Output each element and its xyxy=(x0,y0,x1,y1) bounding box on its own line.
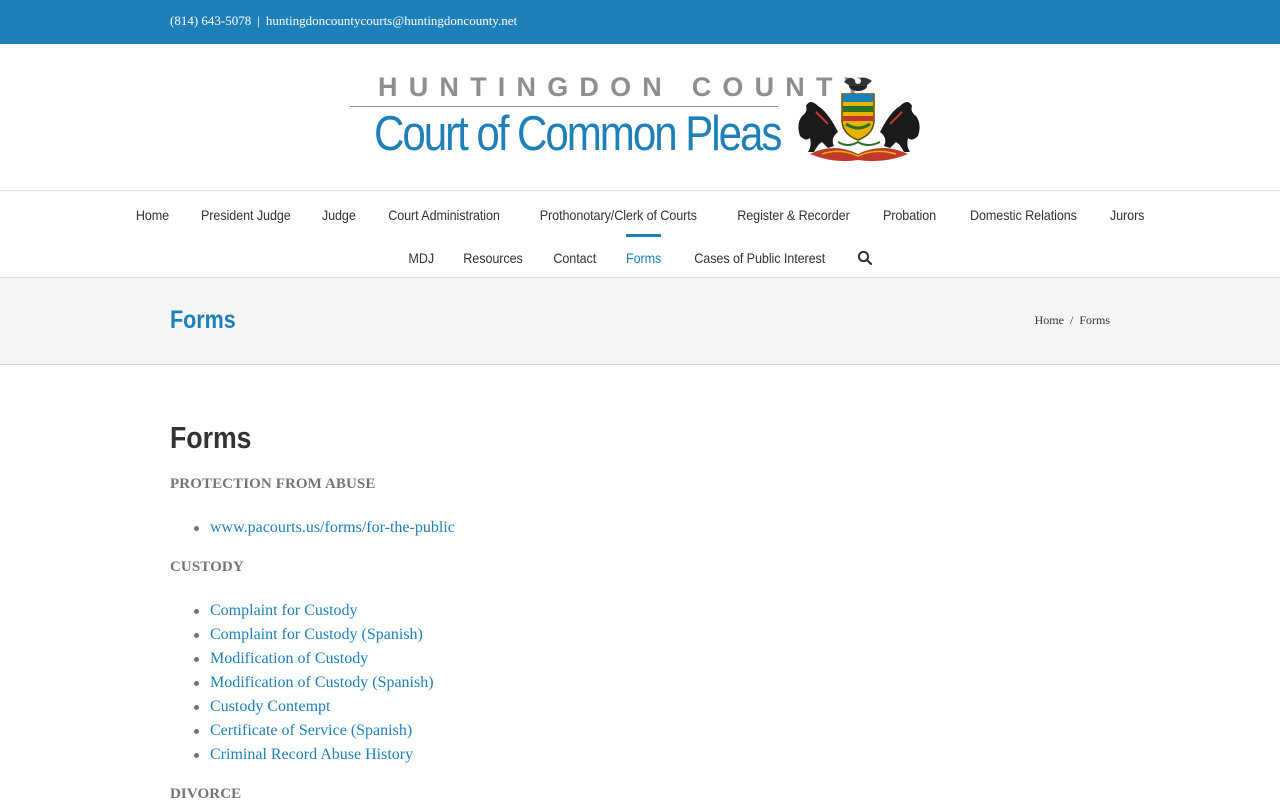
list-item[interactable]: Complaint for Custody (Spanish) xyxy=(194,623,434,647)
custody-list: Complaint for Custody Complaint for Cust… xyxy=(194,599,434,767)
list-item[interactable]: Criminal Record Abuse History xyxy=(194,743,434,767)
section-title-protection-from-abuse: PROTECTION FROM ABUSE xyxy=(170,476,376,492)
nav-row-primary: Home President Judge Judge Court Adminis… xyxy=(0,207,1280,223)
nav-domestic-relations[interactable]: Domestic Relations xyxy=(970,207,1077,223)
nav-home[interactable]: Home xyxy=(136,207,169,223)
nav-register-recorder[interactable]: Register & Recorder xyxy=(737,207,850,223)
nav-resources[interactable]: Resources xyxy=(464,250,524,266)
nav-probation[interactable]: Probation xyxy=(883,207,936,223)
nav-mdj[interactable]: MDJ xyxy=(409,250,435,266)
list-item[interactable]: Modification of Custody (Spanish) xyxy=(194,671,434,695)
nav-judge[interactable]: Judge xyxy=(322,207,356,223)
breadcrumb: Home / Forms xyxy=(1035,313,1110,328)
nav-court-administration[interactable]: Court Administration xyxy=(389,207,501,223)
top-bar: (814) 643-5078 | huntingdoncountycourts@hu… xyxy=(0,0,1280,44)
section-title-divorce: DIVORCE xyxy=(170,786,242,800)
nav-president-judge[interactable]: President Judge xyxy=(201,207,291,223)
list-item[interactable]: Complaint for Custody xyxy=(194,599,434,623)
page-title-bar: Forms Home / Forms xyxy=(0,278,1280,365)
search-icon[interactable] xyxy=(857,250,873,266)
contact-separator: | xyxy=(257,13,260,28)
nav-jurors[interactable]: Jurors xyxy=(1110,207,1145,223)
site-header: HUNTINGDON COUNTY Court of Common Pleas xyxy=(0,44,1280,191)
list-item[interactable]: www.pacourts.us/forms/for-the-public xyxy=(194,516,455,540)
breadcrumb-home[interactable]: Home xyxy=(1035,313,1064,327)
breadcrumb-separator: / xyxy=(1069,313,1074,327)
page-title: Forms xyxy=(170,306,236,334)
list-item[interactable]: Custody Contempt xyxy=(194,695,434,719)
phone-number[interactable]: (814) 643-5078 xyxy=(170,13,251,28)
email-link[interactable]: huntingdoncountycourts@huntingdoncounty.… xyxy=(266,13,517,28)
contact-info: (814) 643-5078 | huntingdoncountycourts@hu… xyxy=(170,13,517,29)
nav-cases-of-public-interest[interactable]: Cases of Public Interest xyxy=(695,250,826,266)
breadcrumb-current: Forms xyxy=(1079,313,1110,327)
list-item[interactable]: Modification of Custody xyxy=(194,647,434,671)
list-item[interactable]: Certificate of Service (Spanish) xyxy=(194,719,434,743)
protection-from-abuse-list: www.pacourts.us/forms/for-the-public xyxy=(194,516,455,540)
nav-row-secondary: MDJ Resources Contact Forms Cases of Pub… xyxy=(0,234,1280,266)
nav-contact[interactable]: Contact xyxy=(554,250,597,266)
coat-of-arms-icon xyxy=(798,77,920,162)
nav-forms[interactable]: Forms xyxy=(625,234,661,266)
main-content: Forms PROTECTION FROM ABUSE www.pacourts… xyxy=(170,420,1110,800)
content-heading: Forms xyxy=(170,420,252,455)
logo-court-text: Court of Common Pleas xyxy=(374,107,782,161)
nav-prothonotary[interactable]: Prothonotary/Clerk of Courts xyxy=(540,207,697,223)
main-navigation: Home President Judge Judge Court Adminis… xyxy=(0,190,1280,278)
section-title-custody: CUSTODY xyxy=(170,559,244,575)
site-logo[interactable]: HUNTINGDON COUNTY Court of Common Pleas xyxy=(350,72,940,172)
